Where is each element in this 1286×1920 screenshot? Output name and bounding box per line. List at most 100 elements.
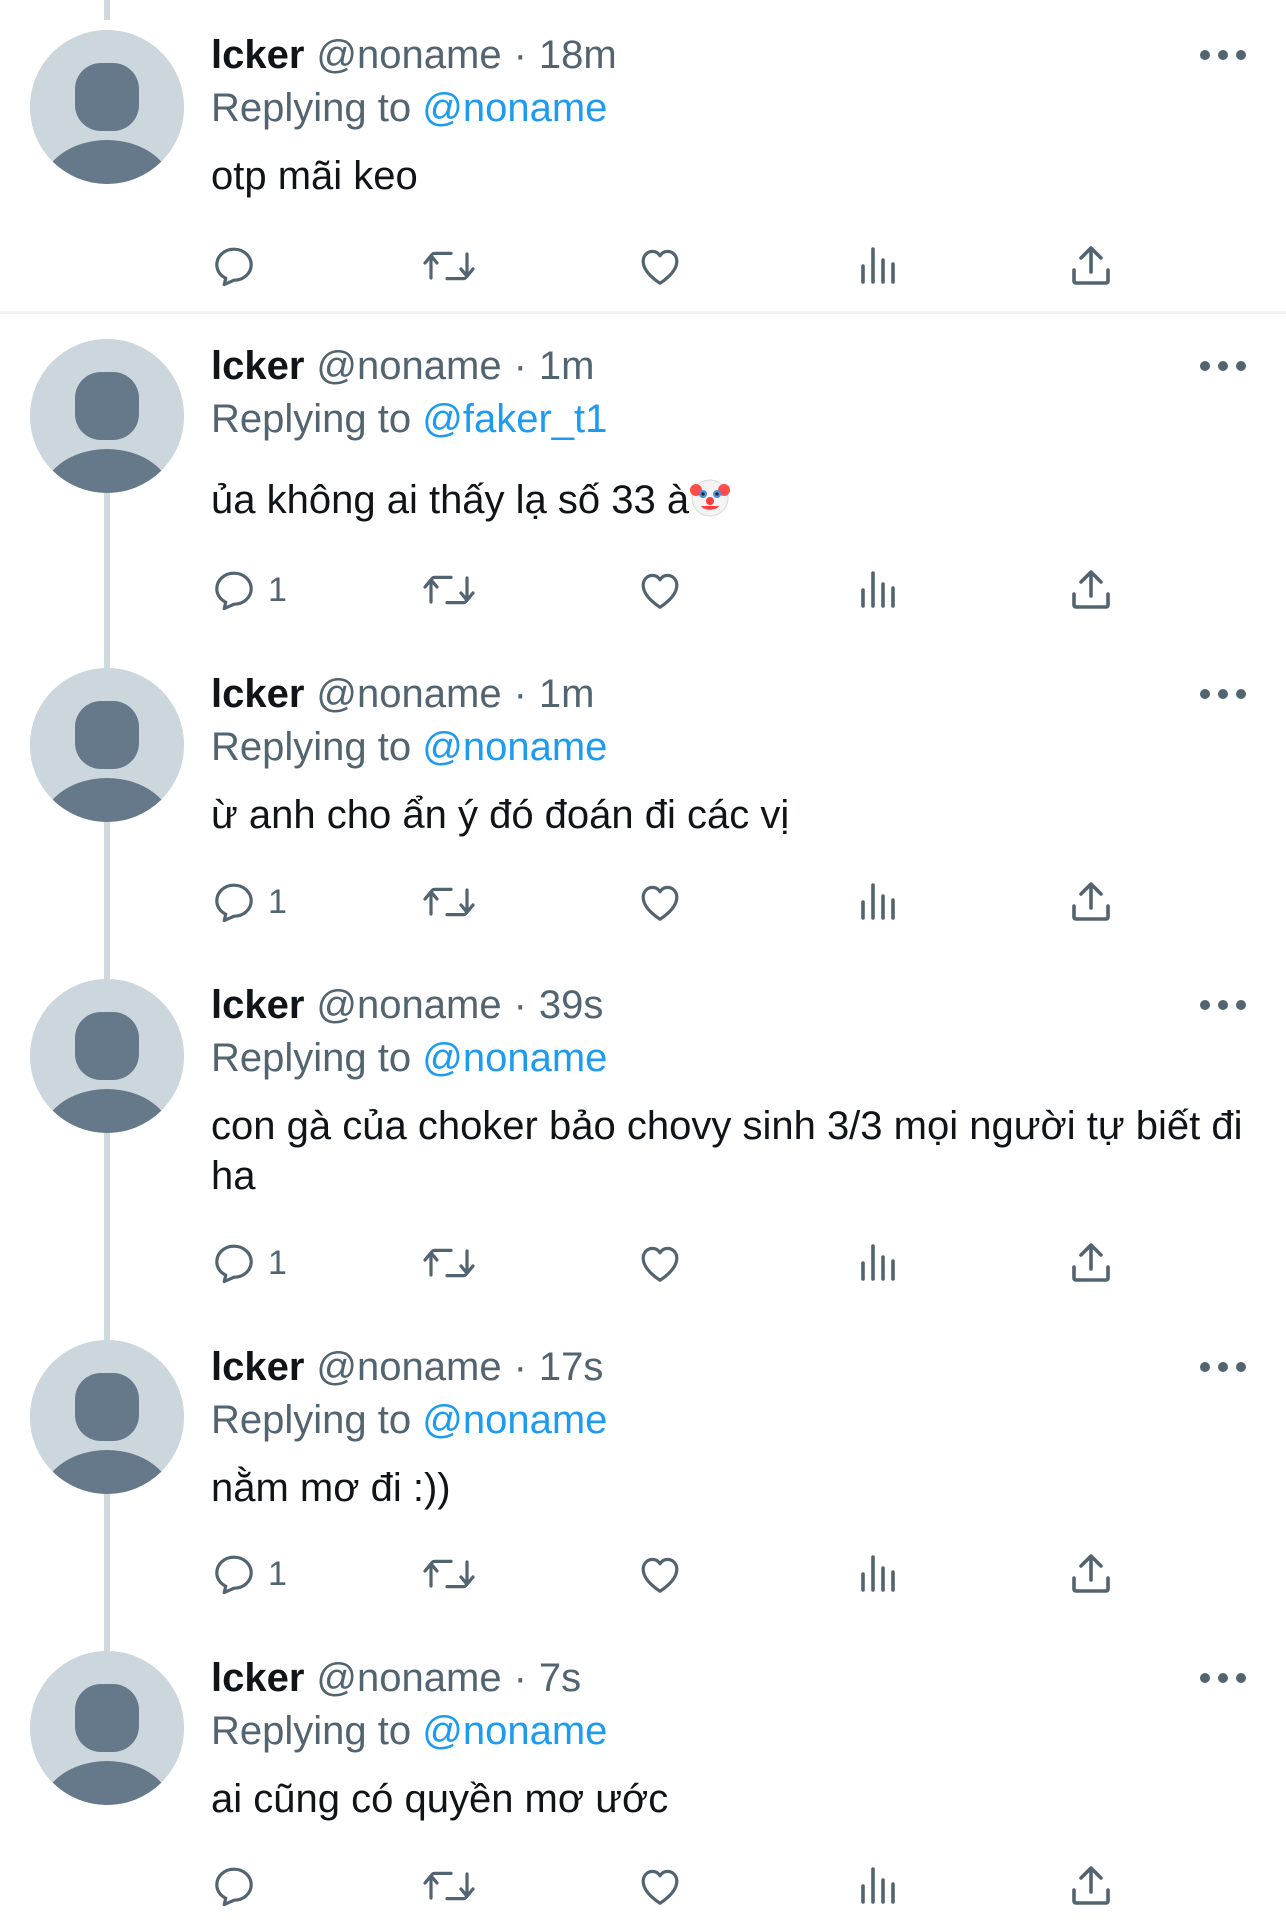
display-name[interactable]: lcker — [211, 979, 304, 1031]
display-name[interactable]: lcker — [211, 1341, 304, 1393]
reply-button[interactable]: 1 — [210, 560, 287, 620]
separator-dot: · — [513, 1656, 527, 1700]
display-name[interactable]: lcker — [211, 1652, 304, 1704]
user-handle[interactable]: @noname — [316, 29, 501, 81]
action-bar — [0, 1856, 1286, 1916]
more-icon[interactable] — [1200, 1668, 1246, 1688]
more-icon[interactable] — [1200, 45, 1246, 65]
tweet-text: nằm mơ đi :)) — [211, 1466, 451, 1510]
timestamp[interactable]: 18m — [539, 29, 617, 81]
share-icon — [1072, 1243, 1110, 1282]
share-icon — [1072, 570, 1110, 609]
user-handle[interactable]: @noname — [316, 340, 501, 392]
clown-face-emoji-icon — [689, 477, 731, 531]
reply-button[interactable] — [210, 1856, 268, 1916]
user-handle[interactable]: @noname — [316, 1652, 501, 1704]
more-icon[interactable] — [1200, 1357, 1246, 1377]
share-button[interactable] — [1067, 1856, 1115, 1916]
timestamp[interactable]: 39s — [539, 979, 604, 1031]
views-button[interactable] — [853, 872, 901, 932]
timestamp[interactable]: 7s — [539, 1652, 581, 1704]
retweet-button[interactable] — [421, 1856, 477, 1916]
timestamp[interactable]: 17s — [539, 1341, 604, 1393]
like-button[interactable] — [636, 1233, 684, 1293]
share-button[interactable] — [1067, 1544, 1115, 1604]
separator-dot: · — [513, 983, 527, 1027]
retweet-icon — [423, 887, 475, 917]
like-button[interactable] — [636, 236, 684, 296]
thread-line — [104, 0, 110, 20]
timestamp[interactable]: 1m — [539, 340, 595, 392]
views-button[interactable] — [853, 1544, 901, 1604]
replying-to-handle[interactable]: @faker_t1 — [422, 397, 607, 441]
tweet-header: lcker @noname · 1m — [211, 340, 594, 392]
views-button[interactable] — [853, 560, 901, 620]
avatar[interactable] — [30, 339, 184, 493]
heart-icon — [641, 1246, 679, 1282]
user-handle[interactable]: @noname — [316, 1341, 501, 1393]
user-handle[interactable]: @noname — [316, 979, 501, 1031]
avatar[interactable] — [30, 668, 184, 822]
tweet-text-content: ủa không ai thấy lạ số 33 à — [211, 478, 690, 522]
retweet-button[interactable] — [421, 1233, 477, 1293]
replying-to-handle[interactable]: @noname — [422, 1709, 607, 1753]
reply-count: 1 — [268, 1554, 287, 1593]
tweet-text: con gà của choker bảo chovy sinh 3/3 mọi… — [211, 1104, 1243, 1198]
more-icon[interactable] — [1200, 684, 1246, 704]
replying-to: Replying to @noname — [211, 1032, 607, 1084]
user-handle[interactable]: @noname — [316, 668, 501, 720]
reply-icon — [215, 571, 253, 611]
display-name[interactable]: lcker — [211, 668, 304, 720]
avatar[interactable] — [30, 979, 184, 1133]
share-button[interactable] — [1067, 1233, 1115, 1293]
views-icon — [861, 1867, 895, 1904]
reply-button[interactable]: 1 — [210, 872, 287, 932]
separator-dot: · — [513, 672, 527, 716]
like-button[interactable] — [636, 1856, 684, 1916]
retweet-button[interactable] — [421, 1544, 477, 1604]
reply-icon — [215, 1555, 253, 1595]
retweet-button[interactable] — [421, 236, 477, 296]
replying-to: Replying to @noname — [211, 82, 607, 134]
replying-to: Replying to @faker_t1 — [211, 393, 607, 445]
separator-dot: · — [513, 344, 527, 388]
avatar[interactable] — [30, 30, 184, 184]
replying-to-handle[interactable]: @noname — [422, 86, 607, 130]
share-icon — [1072, 882, 1110, 921]
replying-to-handle[interactable]: @noname — [422, 725, 607, 769]
timestamp[interactable]: 1m — [539, 668, 595, 720]
retweet-icon — [423, 251, 475, 281]
display-name[interactable]: lcker — [211, 29, 304, 81]
like-button[interactable] — [636, 1544, 684, 1604]
replying-to-handle[interactable]: @noname — [422, 1398, 607, 1442]
share-icon — [1072, 246, 1110, 285]
replying-to-handle[interactable]: @noname — [422, 1036, 607, 1080]
reply-icon — [215, 1867, 253, 1907]
like-button[interactable] — [636, 872, 684, 932]
replying-to-label: Replying to — [211, 1398, 412, 1442]
share-button[interactable] — [1067, 236, 1115, 296]
more-icon[interactable] — [1200, 995, 1246, 1015]
display-name[interactable]: lcker — [211, 340, 304, 392]
replying-to-label: Replying to — [211, 1036, 412, 1080]
default-avatar-icon — [30, 668, 184, 822]
views-button[interactable] — [853, 236, 901, 296]
views-button[interactable] — [853, 1233, 901, 1293]
share-button[interactable] — [1067, 560, 1115, 620]
retweet-icon — [423, 1871, 475, 1901]
views-button[interactable] — [853, 1856, 901, 1916]
replying-to-label: Replying to — [211, 86, 412, 130]
share-button[interactable] — [1067, 872, 1115, 932]
like-button[interactable] — [636, 560, 684, 620]
reply-button[interactable]: 1 — [210, 1233, 287, 1293]
views-icon — [861, 1244, 895, 1281]
reply-button[interactable] — [210, 236, 268, 296]
reply-button[interactable]: 1 — [210, 1544, 287, 1604]
action-bar: 1 — [0, 872, 1286, 932]
retweet-button[interactable] — [421, 872, 477, 932]
more-icon[interactable] — [1200, 356, 1246, 376]
avatar[interactable] — [30, 1651, 184, 1805]
avatar[interactable] — [30, 1340, 184, 1494]
retweet-button[interactable] — [421, 560, 477, 620]
views-icon — [861, 1555, 895, 1592]
